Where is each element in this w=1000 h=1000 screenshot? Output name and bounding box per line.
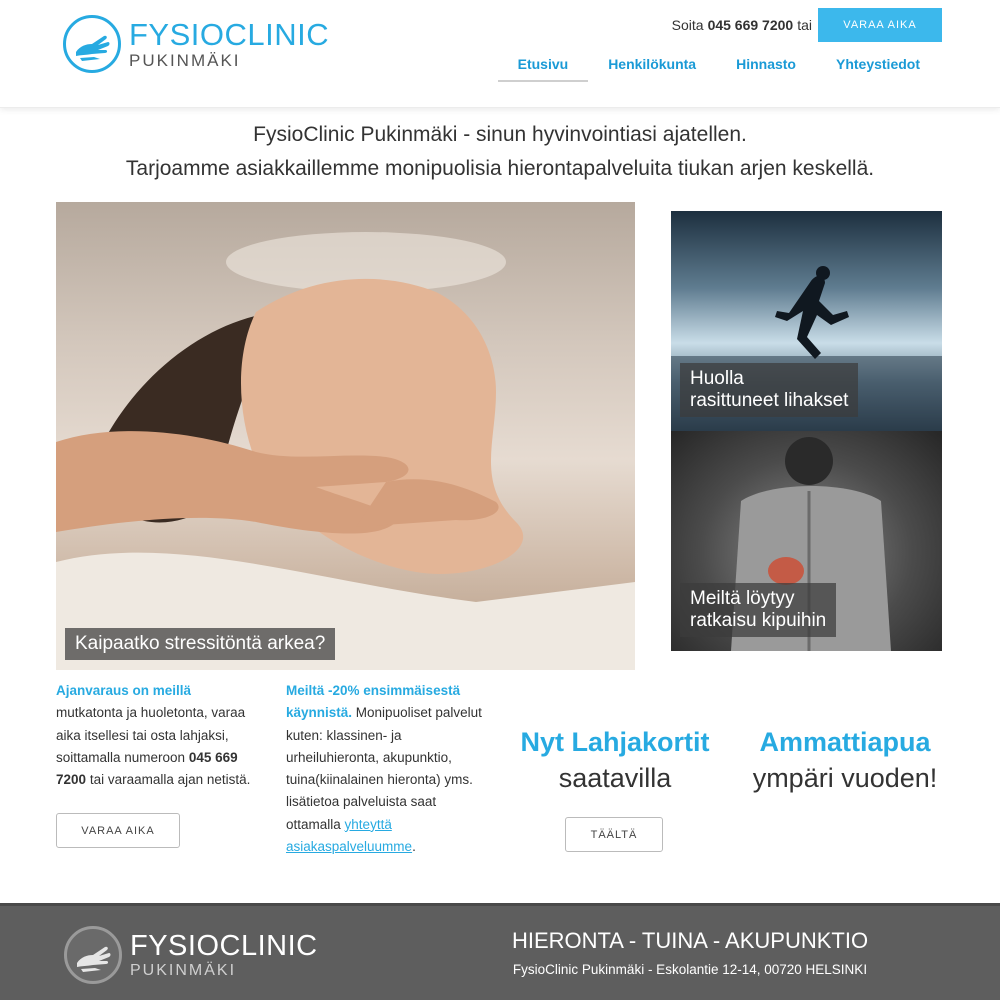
runner-caption-line-2: rasittuneet lihakset [690,390,849,411]
book-appointment-button[interactable]: VARAA AIKA [818,8,942,42]
gift-card-subtitle: saatavilla [558,763,672,793]
footer-logo[interactable]: FYSIOCLINIC PUKINMÄKI [64,926,318,984]
site-footer: FYSIOCLINIC PUKINMÄKI HIERONTA - TUINA -… [0,903,1000,1000]
main-nav: Etusivu Henkilökunta Hinnasto Yhteystied… [497,54,940,82]
intro-line-2: Tarjoamme asiakkaillemme monipuolisia hi… [125,157,875,180]
booking-highlight: Ajanvaraus on meillä [56,683,192,698]
back-pain-caption: Meiltä löytyy ratkaisu kipuihin [680,583,837,637]
gift-card-promo: Nyt Lahjakortit saatavilla [505,727,725,794]
year-round-promo: Ammattiapua ympäri vuoden! [735,727,955,794]
nav-item-hinnasto[interactable]: Hinnasto [716,54,816,82]
year-round-subtitle: ympäri vuoden! [752,763,938,793]
back-pain-image[interactable]: Meiltä löytyy ratkaisu kipuihin [671,431,942,651]
gift-card-title: Nyt Lahjakortit [520,727,710,757]
hero-caption: Kaipaatko stressitöntä arkea? [65,628,336,660]
offer-end: . [412,839,416,855]
year-round-title: Ammattiapua [759,727,931,757]
footer-logo-sub-text: PUKINMÄKI [130,961,237,979]
runner-image[interactable]: Huolla rasittuneet lihakset [671,211,942,431]
offer-info: Meiltä -20% ensimmäisestä käynnistä. Mon… [286,680,494,858]
site-logo[interactable]: FYSIOCLINIC PUKINMÄKI [63,15,329,73]
booking-info: Ajanvaraus on meillä mutkatonta ja huole… [56,680,256,791]
footer-address: FysioClinic Pukinmäki - Eskolantie 12-14… [512,962,868,977]
massage-hand-logo-icon [63,15,121,73]
nav-item-yhteystiedot[interactable]: Yhteystiedot [816,54,940,82]
book-appointment-button-secondary[interactable]: VARAA AIKA [56,813,180,848]
hero-massage-image: Kaipaatko stressitöntä arkea? [56,202,635,670]
intro-text: FysioClinic Pukinmäki - sinun hyvinvoint… [0,118,1000,186]
nav-item-etusivu[interactable]: Etusivu [497,54,589,82]
logo-sub-text: PUKINMÄKI [129,51,241,70]
footer-tagline: HIERONTA - TUINA - AKUPUNKTIO [511,928,869,953]
intro-line-1: FysioClinic Pukinmäki - sinun hyvinvoint… [253,123,747,146]
footer-logo-main-text: FYSIOCLINIC [130,929,318,962]
back-pain-caption-line-1: Meiltä löytyy [690,588,795,609]
offer-text: Monipuoliset palvelut kuten: klassinen- … [286,705,482,832]
call-suffix: tai [797,17,812,33]
back-pain-caption-line-2: ratkaisu kipuihin [690,610,827,631]
booking-text-2: tai varaamalla ajan netistä. [89,772,251,788]
massage-hand-logo-icon [64,926,122,984]
call-prefix: Soita [671,17,704,33]
runner-caption: Huolla rasittuneet lihakset [680,363,859,417]
header-phone[interactable]: 045 669 7200 [708,17,794,33]
nav-item-henkilokunta[interactable]: Henkilökunta [588,54,716,82]
runner-caption-line-1: Huolla [690,368,744,389]
call-bar: Soita 045 669 7200 tai VARAA AIKA [672,8,942,42]
logo-main-text: FYSIOCLINIC [129,17,330,52]
site-header: FYSIOCLINIC PUKINMÄKI Soita 045 669 7200… [0,0,1000,108]
gift-card-button[interactable]: TÄÄLTÄ [565,817,663,852]
